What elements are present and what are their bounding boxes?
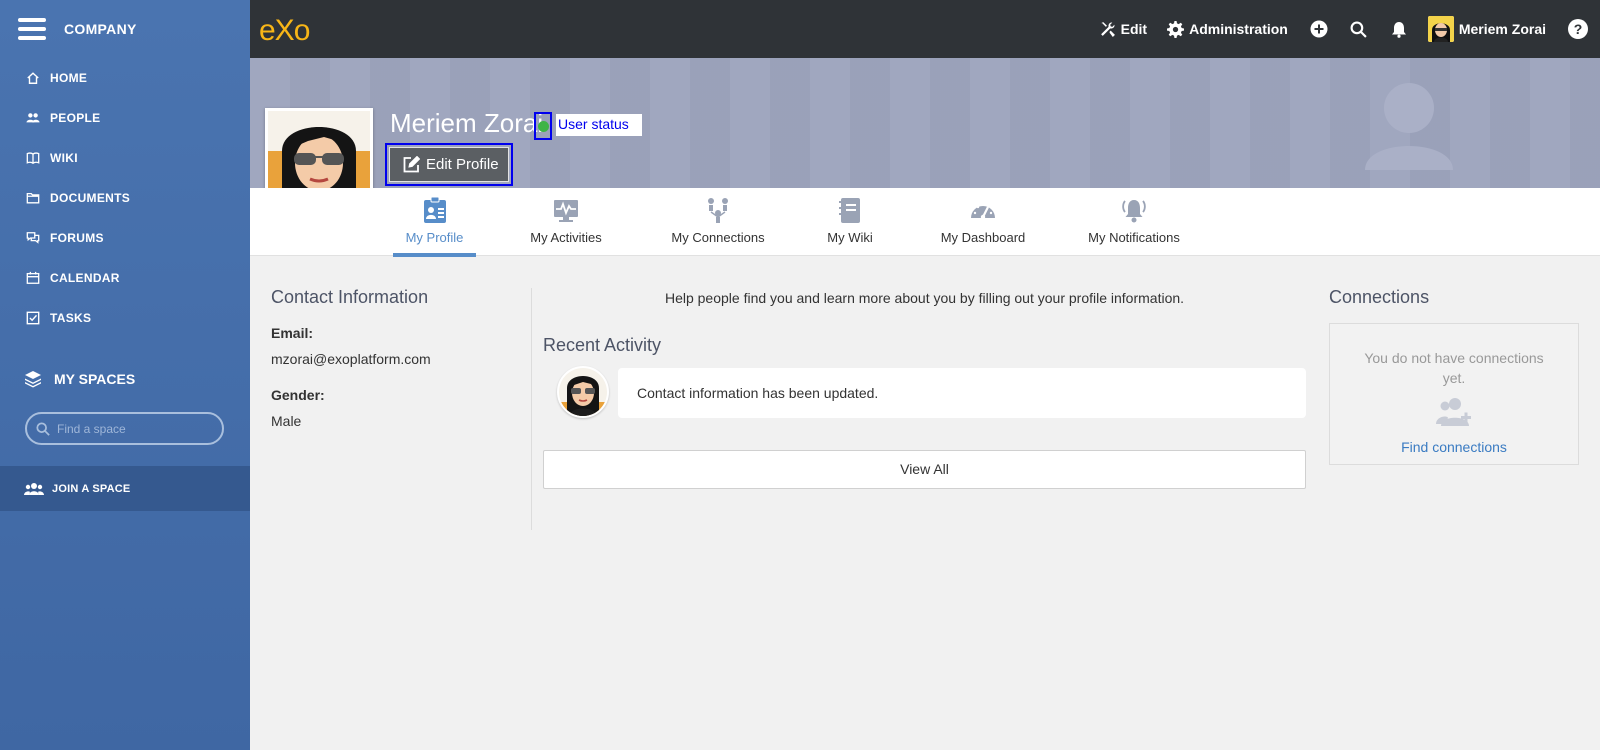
tools-icon xyxy=(1100,21,1115,37)
folder-icon xyxy=(26,191,40,205)
tab-my-notifications[interactable]: My Notifications xyxy=(1084,188,1184,256)
gender-label: Gender: xyxy=(271,387,325,403)
no-connections-text: You do not have connections yet. xyxy=(1364,350,1544,386)
group-icon xyxy=(24,482,44,495)
tasks-icon xyxy=(26,311,40,325)
online-status-dot xyxy=(537,120,549,132)
activity-item: Contact information has been updated. xyxy=(543,366,1306,420)
edit-profile-focus-frame: Edit Profile xyxy=(385,143,513,186)
connections-empty-box: You do not have connections yet. Find co… xyxy=(1329,323,1579,465)
tab-label: My Wiki xyxy=(827,230,873,245)
sidebar-item-home[interactable]: HOME xyxy=(0,58,250,98)
find-connections-link[interactable]: Find connections xyxy=(1330,439,1578,455)
book-icon xyxy=(26,151,40,165)
calendar-icon xyxy=(26,271,40,285)
profile-icon xyxy=(423,196,446,223)
administration-menu-button[interactable]: Administration xyxy=(1167,20,1288,38)
sidebar-item-label: PEOPLE xyxy=(50,111,101,125)
notifications-icon xyxy=(1122,200,1146,223)
tab-my-profile[interactable]: My Profile xyxy=(393,188,476,257)
dashboard-icon xyxy=(971,203,995,220)
user-menu[interactable]: Meriem Zorai xyxy=(1427,16,1546,42)
edit-profile-button[interactable]: Edit Profile xyxy=(389,147,509,182)
tab-label: My Connections xyxy=(671,230,765,245)
people-icon xyxy=(26,111,40,125)
exo-logo[interactable]: eXo xyxy=(259,14,310,48)
view-all-button[interactable]: View All xyxy=(543,450,1306,489)
sidebar-item-people[interactable]: PEOPLE xyxy=(0,98,250,138)
profile-main-column: Help people find you and learn more abou… xyxy=(543,287,1306,489)
contact-information-panel: Contact Information Email: mzorai@exopla… xyxy=(271,287,521,429)
add-icon[interactable] xyxy=(1310,20,1328,38)
sidebar-item-label: TASKS xyxy=(50,311,92,325)
sidebar-item-label: HOME xyxy=(50,71,88,85)
activities-icon xyxy=(554,200,578,222)
my-spaces-heading[interactable]: MY SPACES xyxy=(0,364,250,394)
status-indicator[interactable] xyxy=(534,112,552,140)
wiki-icon xyxy=(839,198,860,223)
home-icon xyxy=(26,71,40,85)
user-status-link[interactable]: User status xyxy=(556,114,642,136)
profile-name: Meriem Zorai xyxy=(390,108,544,138)
profile-help-text: Help people find you and learn more abou… xyxy=(664,290,1185,306)
profile-tabs: My Profile My Activities My Connections … xyxy=(250,188,1600,257)
search-icon[interactable] xyxy=(1350,20,1368,38)
user-silhouette-icon xyxy=(1365,83,1453,170)
recent-activity-title: Recent Activity xyxy=(543,335,662,355)
company-name[interactable]: COMPANY xyxy=(64,21,137,37)
tab-my-activities[interactable]: My Activities xyxy=(526,188,606,256)
tab-my-wiki[interactable]: My Wiki xyxy=(824,188,876,256)
join-space-button[interactable]: JOIN A SPACE xyxy=(0,466,250,511)
sidebar-nav: HOME PEOPLE WIKI DOCUMENTS FORUMS CALEND… xyxy=(0,58,250,338)
edit-icon xyxy=(403,156,420,173)
join-space-label: JOIN A SPACE xyxy=(52,482,131,495)
tab-label: My Dashboard xyxy=(940,230,1026,245)
space-search-box xyxy=(25,412,224,445)
sidebar-item-forums[interactable]: FORUMS xyxy=(0,218,250,258)
space-search-input[interactable] xyxy=(57,421,207,436)
email-label: Email: xyxy=(271,325,314,341)
tab-my-dashboard[interactable]: My Dashboard xyxy=(936,188,1030,256)
tab-my-connections[interactable]: My Connections xyxy=(668,188,768,256)
sidebar-item-wiki[interactable]: WIKI xyxy=(0,138,250,178)
administration-menu-label: Administration xyxy=(1189,21,1288,37)
contact-information-title: Contact Information xyxy=(271,287,429,307)
user-name: Meriem Zorai xyxy=(1458,21,1546,37)
activity-avatar[interactable] xyxy=(557,366,609,418)
gear-icon xyxy=(1167,20,1185,38)
add-user-icon xyxy=(1436,398,1471,426)
bell-icon[interactable] xyxy=(1390,20,1408,38)
left-sidebar: COMPANY HOME PEOPLE WIKI DOCUMENTS FORUM… xyxy=(0,0,250,750)
tab-label: My Profile xyxy=(405,230,464,245)
sidebar-item-label: WIKI xyxy=(50,151,78,165)
tab-label: My Activities xyxy=(530,230,602,245)
tab-label: My Notifications xyxy=(1088,230,1180,245)
top-navigation-bar: eXo Edit Administration Meriem Zorai ? xyxy=(250,0,1600,58)
gender-value: Male xyxy=(271,413,302,429)
activity-text: Contact information has been updated. xyxy=(618,368,1306,418)
search-icon xyxy=(36,421,50,436)
sidebar-item-label: DOCUMENTS xyxy=(50,191,131,205)
connections-title: Connections xyxy=(1329,287,1430,307)
forum-icon xyxy=(26,231,40,245)
edit-menu-label: Edit xyxy=(1120,21,1148,37)
edit-profile-label: Edit Profile xyxy=(426,156,499,173)
connections-icon xyxy=(708,198,728,223)
sidebar-item-label: CALENDAR xyxy=(50,271,120,285)
sidebar-item-documents[interactable]: DOCUMENTS xyxy=(0,178,250,218)
user-avatar xyxy=(1427,16,1454,42)
connections-panel: Connections You do not have connections … xyxy=(1329,287,1579,465)
sidebar-header: COMPANY xyxy=(0,0,250,58)
sidebar-item-tasks[interactable]: TASKS xyxy=(0,298,250,338)
sidebar-item-calendar[interactable]: CALENDAR xyxy=(0,258,250,298)
sidebar-item-label: FORUMS xyxy=(50,231,104,245)
column-divider xyxy=(531,288,532,530)
topbar-actions: Edit Administration Meriem Zorai ? xyxy=(1079,0,1600,58)
email-value: mzorai@exoplatform.com xyxy=(271,351,431,367)
layers-icon xyxy=(25,371,41,388)
hamburger-menu-icon[interactable] xyxy=(18,18,46,40)
help-icon[interactable]: ? xyxy=(1568,19,1588,39)
my-spaces-label: MY SPACES xyxy=(54,371,136,387)
edit-menu-button[interactable]: Edit xyxy=(1099,21,1147,38)
